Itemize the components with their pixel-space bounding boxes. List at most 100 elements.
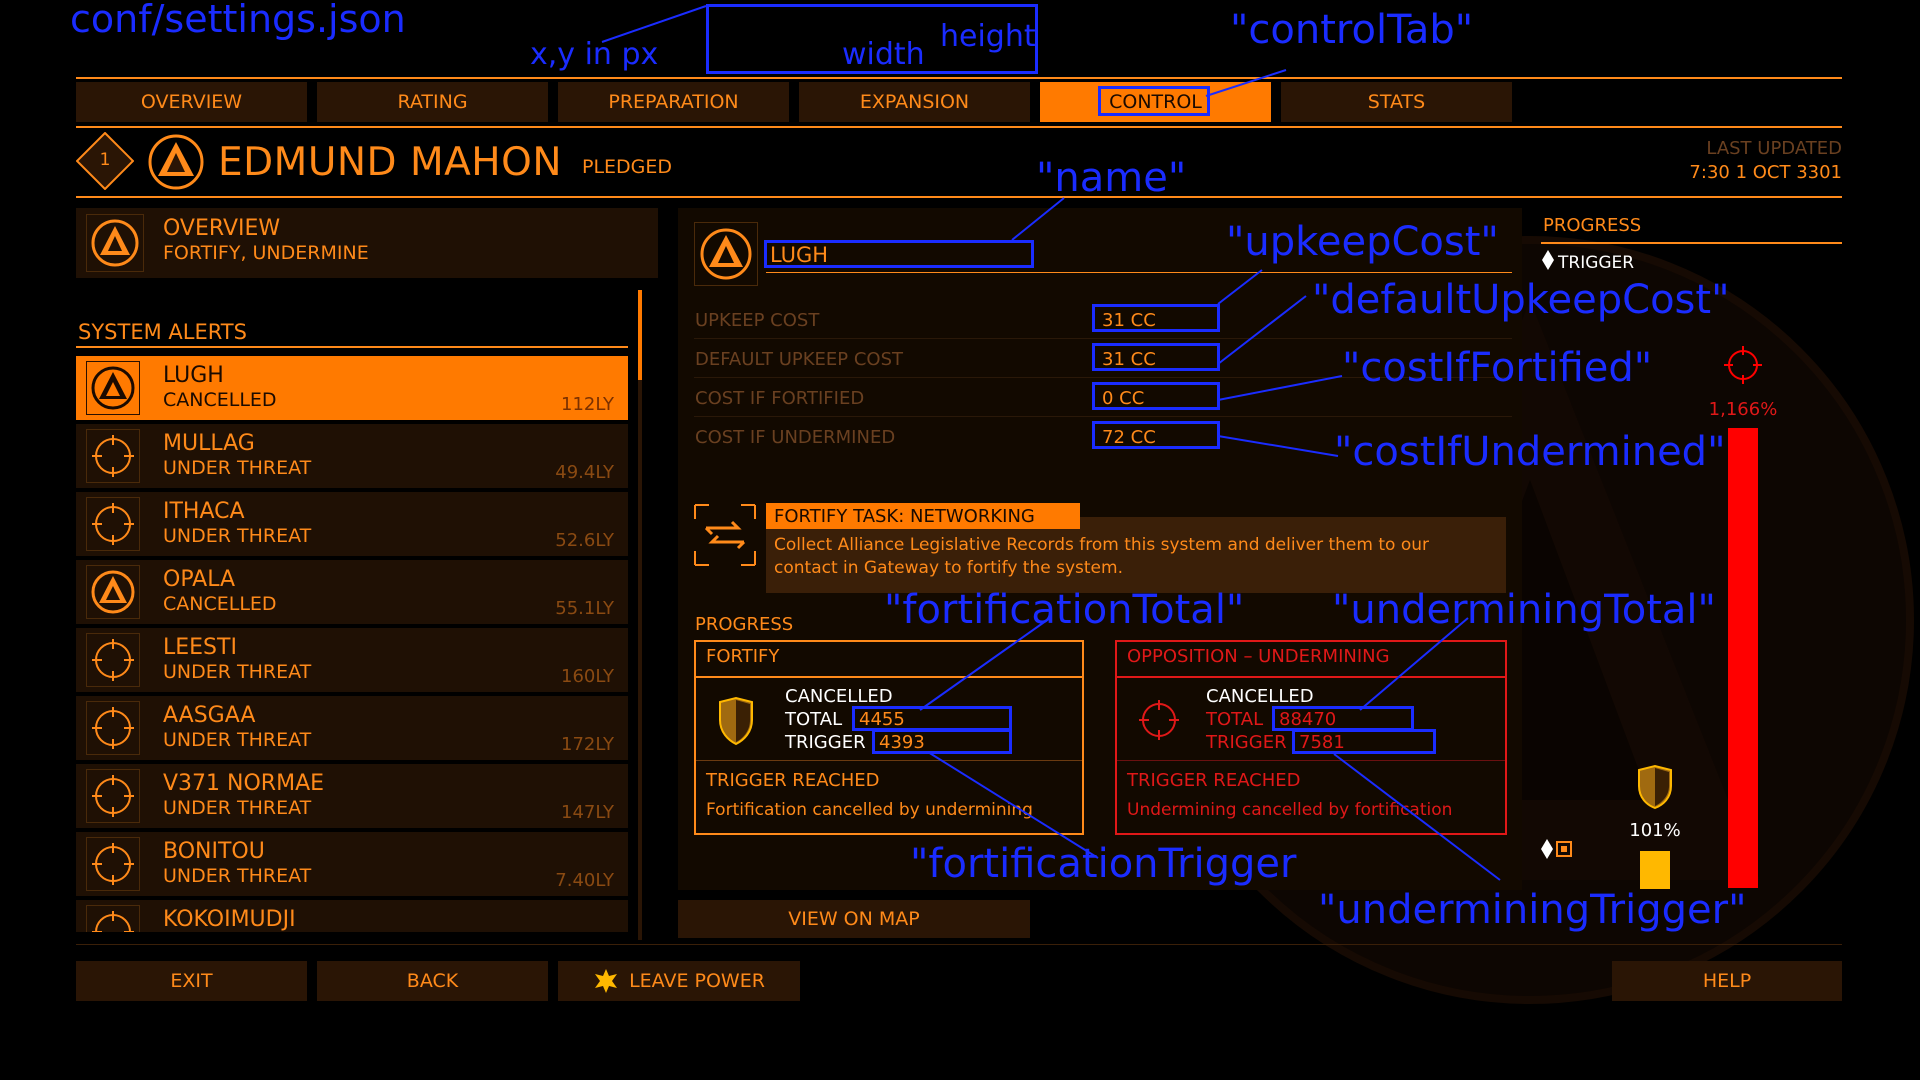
fortify-message: Fortification cancelled by undermining: [706, 800, 1033, 820]
annotation-fortification-total-box: [852, 706, 1012, 731]
sun-icon: [595, 969, 618, 993]
system-name-label: OPALA: [163, 567, 236, 592]
tab-stats[interactable]: STATS: [1281, 82, 1512, 122]
alerts-underline: [76, 346, 628, 348]
leave-power-label: LEAVE POWER: [629, 970, 765, 992]
system-alert-item[interactable]: ITHACA UNDER THREAT 52.6LY: [76, 492, 628, 556]
system-icon-box: [86, 769, 140, 823]
trigger-legend-label: TRIGGER: [1558, 253, 1635, 273]
system-icon-box: [86, 429, 140, 483]
annotation-default-upkeep-cost: "defaultUpkeepCost": [1312, 277, 1730, 323]
annotation-upkeep-cost-box: [1092, 304, 1220, 332]
system-name-label: BONITOU: [163, 839, 265, 864]
exit-button[interactable]: EXIT: [76, 961, 307, 1001]
crosshair-icon: [92, 503, 134, 545]
annotation-upkeep-cost: "upkeepCost": [1226, 219, 1499, 265]
trigger-marker-icon: [1542, 250, 1554, 270]
crosshair-icon: [1139, 700, 1179, 740]
system-alert-item[interactable]: OPALA CANCELLED 55.1LY: [76, 560, 628, 624]
system-icon-box: [86, 361, 140, 415]
system-distance-label: 112LY: [561, 394, 614, 415]
system-alert-item[interactable]: BONITOU UNDER THREAT 7.40LY: [76, 832, 628, 896]
crosshair-icon: [92, 911, 134, 932]
tab-rating[interactable]: RATING: [317, 82, 548, 122]
system-status-label: UNDER THREAT: [163, 729, 312, 751]
system-alert-item[interactable]: LUGH CANCELLED 112LY: [76, 356, 628, 420]
system-icon-box: [86, 837, 140, 891]
system-status-label: UNDER THREAT: [163, 797, 312, 819]
alliance-icon: [700, 228, 752, 280]
system-distance-label: 49.4LY: [555, 462, 614, 483]
annotation-cost-if-fortified: "costIfFortified": [1342, 345, 1653, 391]
system-status-label: UNDER THREAT: [163, 865, 312, 887]
system-name-label: AASGAA: [163, 703, 256, 728]
annotation-undermining-trigger-box: [1292, 729, 1436, 754]
crosshair-icon: [92, 639, 134, 681]
leave-power-button[interactable]: LEAVE POWER: [558, 961, 800, 1001]
trigger-marker-icon: [1541, 839, 1572, 859]
system-alert-item[interactable]: LEESTI UNDER THREAT 160LY: [76, 628, 628, 692]
fortify-title: FORTIFY: [706, 646, 780, 667]
system-alert-item[interactable]: AASGAA UNDER THREAT 172LY: [76, 696, 628, 760]
rank-number: 1: [99, 150, 111, 170]
crosshair-icon: [92, 707, 134, 749]
system-status-label: CANCELLED: [163, 389, 277, 411]
power-name: EDMUND MAHON: [218, 140, 562, 185]
undermining-trigger-reached: TRIGGER REACHED: [1127, 770, 1301, 791]
annotation-control-tab-box: [1098, 86, 1210, 116]
system-distance-label: 172LY: [561, 734, 614, 755]
crosshair-icon: [92, 775, 134, 817]
shield-icon: [1638, 764, 1672, 810]
pledged-status: PLEDGED: [582, 156, 673, 178]
list-scrollbar-track[interactable]: [638, 290, 642, 940]
overview-icon-box: [86, 214, 144, 272]
undermining-title-line: [1117, 676, 1505, 678]
annotation-default-upkeep-cost-box: [1092, 343, 1220, 371]
overview-subtitle: FORTIFY, UNDERMINE: [163, 242, 369, 264]
crosshair-icon: [92, 843, 134, 885]
fortify-title-line: [696, 676, 1082, 678]
system-alert-item[interactable]: V371 NORMAE UNDER THREAT 147LY: [76, 764, 628, 828]
help-button[interactable]: HELP: [1612, 961, 1842, 1001]
tab-preparation[interactable]: PREPARATION: [558, 82, 789, 122]
tabs-top-line: [76, 77, 1842, 79]
system-alert-item[interactable]: KOKOIMUDJI: [76, 900, 628, 932]
alliance-icon: [148, 134, 204, 190]
header-bottom-line: [76, 196, 1842, 198]
task-title: FORTIFY TASK: NETWORKING: [766, 503, 1080, 529]
system-distance-label: 52.6LY: [555, 530, 614, 551]
undermining-message: Undermining cancelled by fortification: [1127, 800, 1453, 820]
fortify-divider: [696, 760, 1082, 761]
shield-icon: [719, 696, 753, 746]
system-distance-label: 160LY: [561, 666, 614, 687]
tabs-bottom-line: [76, 126, 1842, 128]
system-icon-box: [86, 701, 140, 755]
system-status-label: CANCELLED: [163, 593, 277, 615]
annotation-fortification-trigger: "fortificationTrigger: [910, 841, 1297, 887]
system-name-label: LUGH: [163, 363, 224, 388]
undermining-divider: [1117, 760, 1505, 761]
system-name-label: KOKOIMUDJI: [163, 907, 296, 932]
list-scrollbar-thumb[interactable]: [638, 290, 642, 380]
undermining-progress-bar: [1728, 428, 1758, 888]
list-bottom-line: [76, 944, 1842, 945]
system-icon-box: [86, 497, 140, 551]
undermining-trigger-label: TRIGGER: [1206, 732, 1287, 753]
back-button[interactable]: BACK: [317, 961, 548, 1001]
tab-expansion[interactable]: EXPANSION: [799, 82, 1030, 122]
cost-if-fortified-label: COST IF FORTIFIED: [695, 388, 865, 409]
fortify-progress-bar: [1640, 851, 1670, 889]
annotation-control-tab: "controlTab": [1230, 7, 1474, 53]
alliance-icon: [91, 219, 139, 267]
fortify-trigger-label: TRIGGER: [785, 732, 866, 753]
undermining-total-label: TOTAL: [1206, 709, 1264, 730]
undermining-state: CANCELLED: [1206, 686, 1314, 707]
system-status-label: UNDER THREAT: [163, 661, 312, 683]
cost-if-undermined-label: COST IF UNDERMINED: [695, 427, 896, 448]
system-alert-item[interactable]: MULLAG UNDER THREAT 49.4LY: [76, 424, 628, 488]
view-on-map-button[interactable]: VIEW ON MAP: [678, 900, 1030, 938]
system-name-label: MULLAG: [163, 431, 255, 456]
system-name-label: ITHACA: [163, 499, 245, 524]
tab-overview[interactable]: OVERVIEW: [76, 82, 307, 122]
overview-item[interactable]: OVERVIEW FORTIFY, UNDERMINE: [76, 208, 658, 278]
